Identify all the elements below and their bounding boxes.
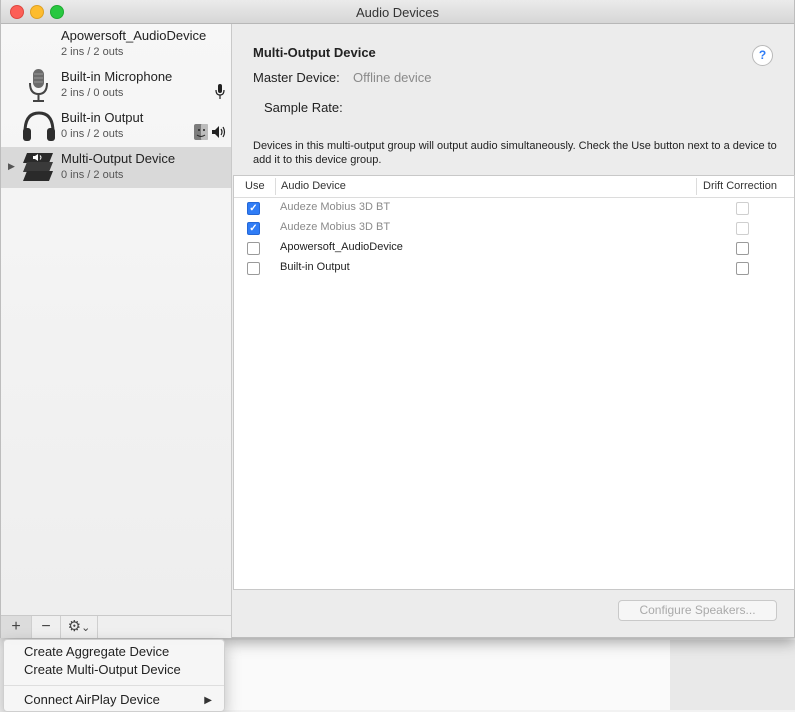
- column-divider: [275, 178, 276, 195]
- device-item-multi-output[interactable]: ▶ Multi-Output Device 0 ins / 2 outs: [1, 147, 231, 188]
- gear-icon: ⚙: [67, 618, 82, 635]
- device-heading: Multi-Output Device: [253, 45, 376, 60]
- column-drift-correction[interactable]: Drift Correction: [703, 180, 777, 192]
- device-item-built-in-output[interactable]: Built-in Output 0 ins / 2 outs: [1, 106, 231, 147]
- multi-output-icon: [23, 153, 53, 181]
- menu-item-create-multi-output-device[interactable]: Create Multi-Output Device: [24, 662, 181, 677]
- sample-rate-label: Sample Rate:: [264, 100, 343, 115]
- menu-separator: [4, 685, 224, 686]
- master-device-label: Master Device:: [253, 70, 340, 85]
- audio-device-name: Audeze Mobius 3D BT: [280, 201, 391, 213]
- device-name: Built-in Output: [61, 110, 144, 125]
- device-io: 2 ins / 0 outs: [61, 87, 124, 99]
- device-actions-button[interactable]: ⚙⌄: [61, 616, 98, 638]
- table-row: Built-in Output: [234, 258, 794, 278]
- use-checkbox[interactable]: ✓: [247, 222, 260, 235]
- use-checkbox[interactable]: ✓: [247, 202, 260, 215]
- audio-devices-window: Audio Devices Apowersoft_AudioDevice 2 i…: [0, 0, 795, 638]
- finder-icon: [194, 124, 208, 140]
- chevron-down-icon: ⌄: [81, 622, 91, 634]
- background-desktop: [670, 640, 795, 710]
- microphone-icon: [29, 69, 48, 102]
- device-detail-pane: Multi-Output Device ? Master Device: Off…: [232, 24, 795, 637]
- table-row: ✓ Audeze Mobius 3D BT: [234, 198, 794, 218]
- device-name: Built-in Microphone: [61, 69, 173, 84]
- table-row: ✓ Audeze Mobius 3D BT: [234, 218, 794, 238]
- device-name: Apowersoft_AudioDevice: [61, 28, 207, 43]
- output-speaker-icon: [212, 126, 226, 138]
- drift-correction-checkbox[interactable]: [736, 262, 749, 275]
- use-checkbox[interactable]: [247, 242, 260, 255]
- drift-correction-checkbox[interactable]: [736, 202, 749, 215]
- master-device-select[interactable]: Offline device: [353, 70, 432, 85]
- audio-device-name: Audeze Mobius 3D BT: [280, 221, 391, 233]
- add-device-button[interactable]: +: [1, 616, 32, 638]
- column-audio-device[interactable]: Audio Device: [281, 180, 346, 192]
- use-checkbox[interactable]: [247, 262, 260, 275]
- device-io: 0 ins / 2 outs: [61, 128, 124, 140]
- device-list-toolbar: + − ⚙⌄: [1, 615, 232, 638]
- title-bar[interactable]: Audio Devices: [1, 0, 794, 24]
- configure-speakers-button[interactable]: Configure Speakers...: [618, 600, 777, 621]
- device-name: Multi-Output Device: [61, 151, 176, 166]
- submenu-arrow-icon: ▶: [204, 695, 212, 706]
- device-item-built-in-microphone[interactable]: Built-in Microphone 2 ins / 0 outs: [1, 65, 231, 106]
- menu-item-create-aggregate-device[interactable]: Create Aggregate Device: [24, 644, 169, 659]
- group-description: Devices in this multi-output group will …: [253, 140, 777, 166]
- device-list: Apowersoft_AudioDevice 2 ins / 2 outs Bu…: [1, 24, 232, 615]
- remove-device-button[interactable]: −: [32, 616, 61, 638]
- input-microphone-icon: [215, 84, 225, 99]
- headphones-icon: [23, 111, 55, 141]
- disclosure-triangle-icon[interactable]: ▶: [8, 161, 15, 172]
- device-io: 0 ins / 2 outs: [61, 169, 124, 181]
- device-group-table: Use Audio Device Drift Correction ✓ Aude…: [233, 175, 795, 590]
- background-window: [222, 640, 672, 710]
- window-title: Audio Devices: [355, 5, 440, 20]
- add-device-menu: Create Aggregate Device Create Multi-Out…: [3, 639, 225, 712]
- column-divider: [696, 178, 697, 195]
- table-header: Use Audio Device Drift Correction: [234, 176, 794, 198]
- help-button[interactable]: ?: [752, 45, 773, 66]
- drift-correction-checkbox[interactable]: [736, 242, 749, 255]
- drift-correction-checkbox[interactable]: [736, 222, 749, 235]
- device-item-apowersoft[interactable]: Apowersoft_AudioDevice 2 ins / 2 outs: [1, 24, 231, 65]
- device-io: 2 ins / 2 outs: [61, 46, 124, 58]
- menu-item-connect-airplay-device[interactable]: Connect AirPlay Device: [24, 692, 160, 707]
- audio-device-name: Apowersoft_AudioDevice: [280, 241, 403, 253]
- audio-device-name: Built-in Output: [280, 261, 350, 273]
- table-row: Apowersoft_AudioDevice: [234, 238, 794, 258]
- column-use[interactable]: Use: [245, 180, 265, 192]
